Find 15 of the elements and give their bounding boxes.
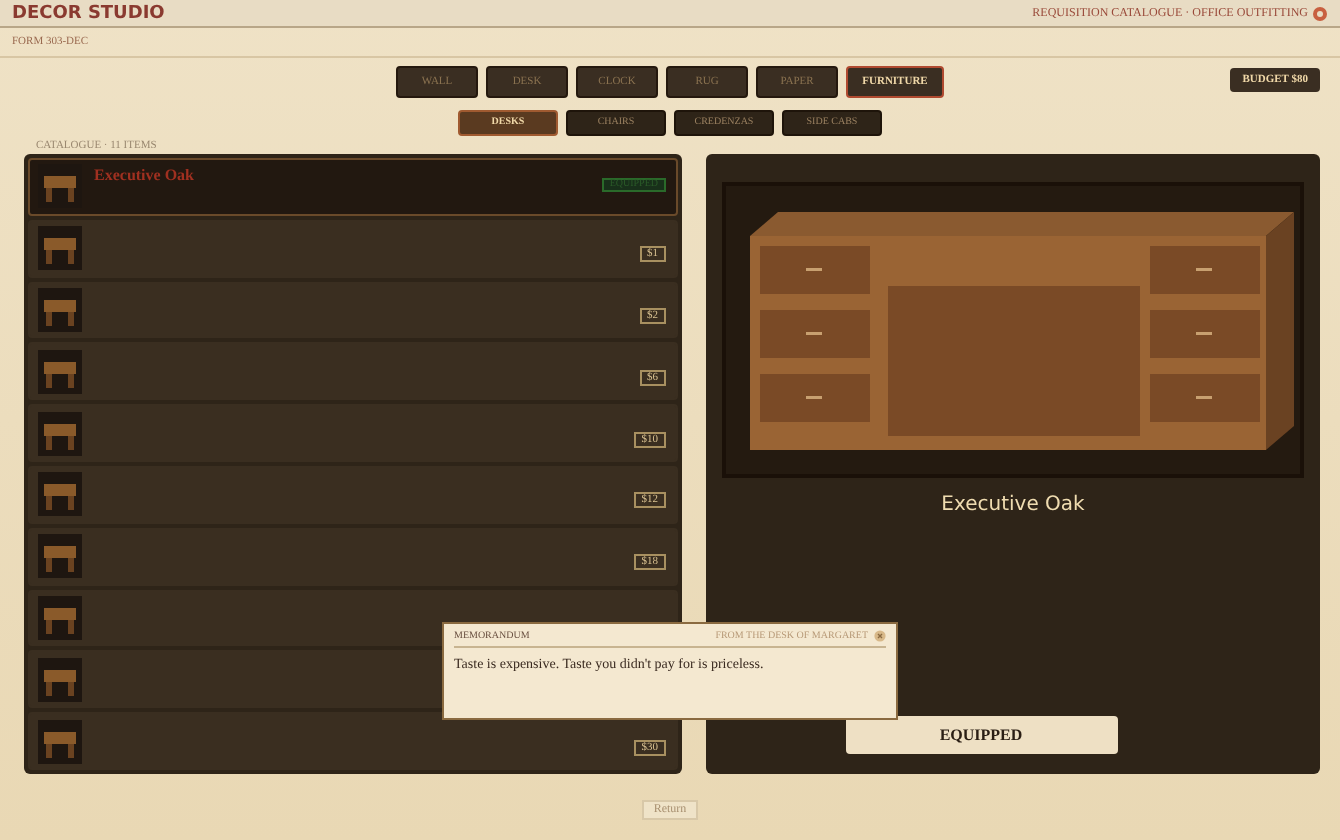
equipped-button[interactable]: EQUIPPED: [845, 716, 1117, 754]
desk-icon: [38, 226, 82, 271]
desk-icon: [38, 411, 82, 456]
desk-icon: [38, 472, 82, 517]
close-icon[interactable]: [874, 630, 886, 642]
desk-icon: [38, 349, 82, 394]
desk-icon: [38, 534, 82, 579]
desk-icon: [38, 657, 82, 702]
seal-icon: [1312, 5, 1328, 21]
desk-icon: [38, 719, 82, 764]
desk-icon: [38, 595, 82, 640]
preview-title: Executive Oak: [941, 494, 1085, 516]
app-title: DECOR STUDIO: [12, 3, 165, 23]
item-name: Executive Oak: [94, 166, 196, 184]
desk-icon: [38, 287, 82, 332]
